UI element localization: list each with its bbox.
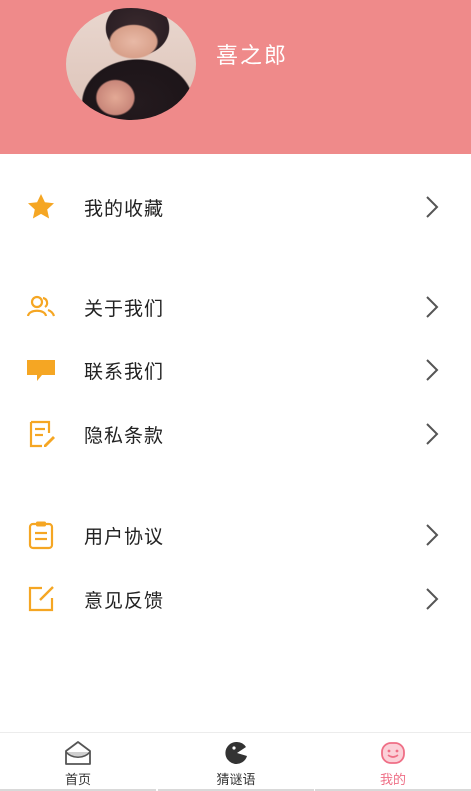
tab-riddles[interactable]: 猜谜语: [158, 733, 314, 791]
message-icon: [27, 360, 55, 381]
home-icon: [65, 741, 91, 765]
menu-item-privacy[interactable]: 隐私条款: [0, 407, 471, 461]
menu-label-favorites: 我的收藏: [84, 198, 165, 220]
avatar[interactable]: [66, 8, 196, 120]
menu-item-about[interactable]: 关于我们: [0, 280, 471, 334]
tab-label-home: 首页: [64, 773, 91, 788]
tab-label-mine: 我的: [379, 773, 406, 788]
clipboard-icon: [28, 521, 54, 550]
menu-item-favorites[interactable]: 我的收藏: [0, 180, 471, 234]
menu-label-contact: 联系我们: [84, 361, 165, 383]
menu-item-agreement[interactable]: 用户协议: [0, 508, 471, 562]
tab-mine[interactable]: 我的: [315, 733, 471, 791]
riddle-icon: [225, 741, 247, 764]
chevron-right-icon: [426, 423, 439, 445]
profile-page: 喜之郎 我的收藏 关于我们 联系我们 隐私条款 用户协议 意见反馈 首页 猜谜语…: [0, 0, 471, 791]
tab-label-riddles: 猜谜语: [216, 773, 256, 788]
menu-label-about: 关于我们: [84, 298, 165, 320]
username: 喜之郎: [216, 44, 289, 69]
chevron-right-icon: [426, 524, 439, 546]
menu-item-contact[interactable]: 联系我们: [0, 343, 471, 397]
bottom-tab-bar: 首页 猜谜语 我的: [0, 732, 471, 791]
smile-face-icon: [381, 742, 405, 764]
chevron-right-icon: [426, 588, 439, 610]
tab-home[interactable]: 首页: [0, 733, 156, 791]
document-edit-icon: [29, 420, 55, 448]
profile-header: 喜之郎: [0, 0, 471, 154]
menu-item-feedback[interactable]: 意见反馈: [0, 572, 471, 626]
edit-square-icon: [28, 586, 54, 612]
menu-label-feedback: 意见反馈: [84, 590, 165, 612]
menu-label-privacy: 隐私条款: [84, 425, 165, 447]
chevron-right-icon: [426, 196, 439, 218]
people-icon: [26, 295, 56, 317]
chevron-right-icon: [426, 296, 439, 318]
chevron-right-icon: [426, 359, 439, 381]
star-icon: [28, 194, 54, 219]
menu-label-agreement: 用户协议: [84, 526, 165, 548]
